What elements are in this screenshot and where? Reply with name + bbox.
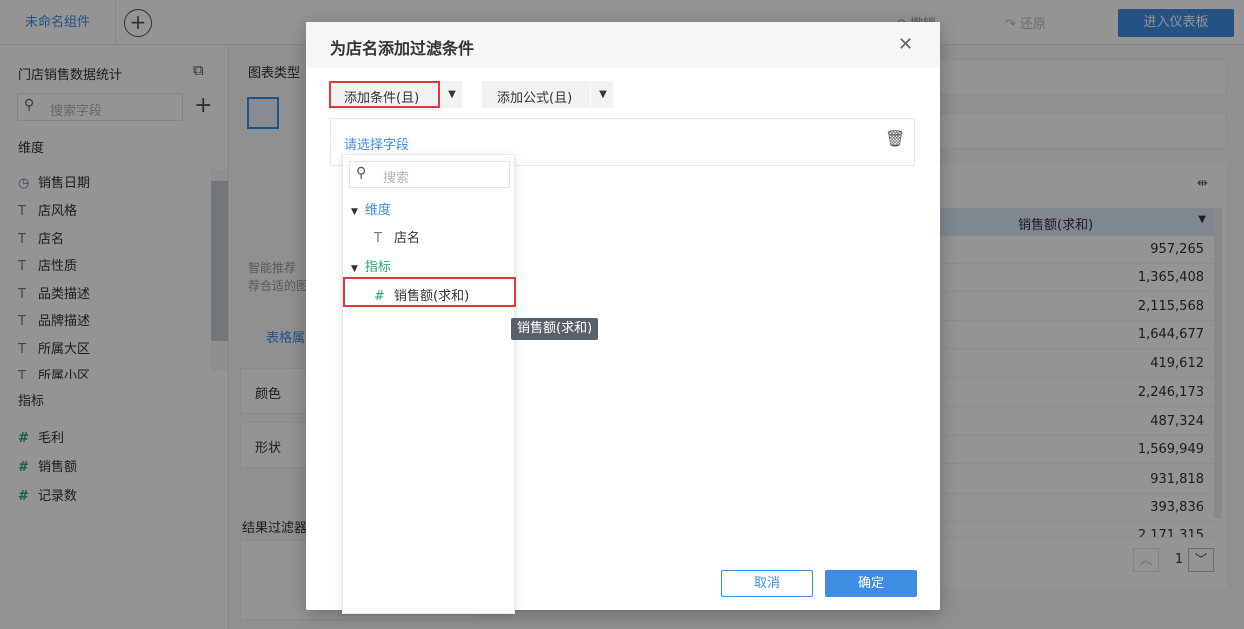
add-formula-button[interactable]: 添加公式(且) xyxy=(482,81,590,108)
dropdown-item-store-name[interactable]: T 店名 xyxy=(374,227,420,246)
ok-button[interactable]: 确定 xyxy=(825,570,917,597)
dialog-header: 为店名添加过滤条件 ✕ xyxy=(306,22,940,68)
caret-down-icon: ▼ xyxy=(351,264,358,274)
dimension-group-toggle[interactable]: ▼ 维度 xyxy=(351,199,391,218)
search-icon: ⚲ xyxy=(356,165,367,181)
chevron-down-icon: ▼ xyxy=(442,82,462,107)
add-formula-dropdown[interactable]: ▼ xyxy=(591,81,613,108)
add-condition-label: 添加条件(且) xyxy=(344,91,420,106)
field-select-dropdown: ⚲ 搜索 ▼ 维度 T 店名 ▼ 指标 # 销售额(求和) xyxy=(342,154,516,614)
caret-down-icon: ▼ xyxy=(351,207,358,217)
chevron-down-icon: ▼ xyxy=(593,82,613,107)
number-type-icon: # xyxy=(374,289,385,304)
dimension-group-label: 维度 xyxy=(364,203,391,218)
select-field-dropdown[interactable]: 请选择字段 xyxy=(344,134,409,153)
measure-group-toggle[interactable]: ▼ 指标 xyxy=(351,256,391,275)
dropdown-search-input[interactable]: ⚲ 搜索 xyxy=(349,161,510,188)
item-tooltip: 销售额(求和) xyxy=(511,318,599,340)
text-type-icon: T xyxy=(374,231,382,246)
cancel-button[interactable]: 取消 xyxy=(721,570,813,597)
add-condition-button[interactable]: 添加条件(且) xyxy=(329,81,440,108)
search-placeholder: 搜索 xyxy=(383,171,410,186)
item-label: 销售额(求和) xyxy=(394,289,470,304)
add-formula-label: 添加公式(且) xyxy=(497,91,573,106)
dialog-title: 为店名添加过滤条件 xyxy=(330,39,475,58)
add-condition-dropdown[interactable]: ▼ xyxy=(440,81,462,108)
item-label: 店名 xyxy=(394,231,421,246)
trash-icon[interactable]: 🗑 xyxy=(885,129,905,148)
measure-group-label: 指标 xyxy=(364,260,391,275)
dropdown-item-sales-sum[interactable]: # 销售额(求和) xyxy=(343,277,516,307)
close-icon[interactable]: ✕ xyxy=(898,34,913,55)
